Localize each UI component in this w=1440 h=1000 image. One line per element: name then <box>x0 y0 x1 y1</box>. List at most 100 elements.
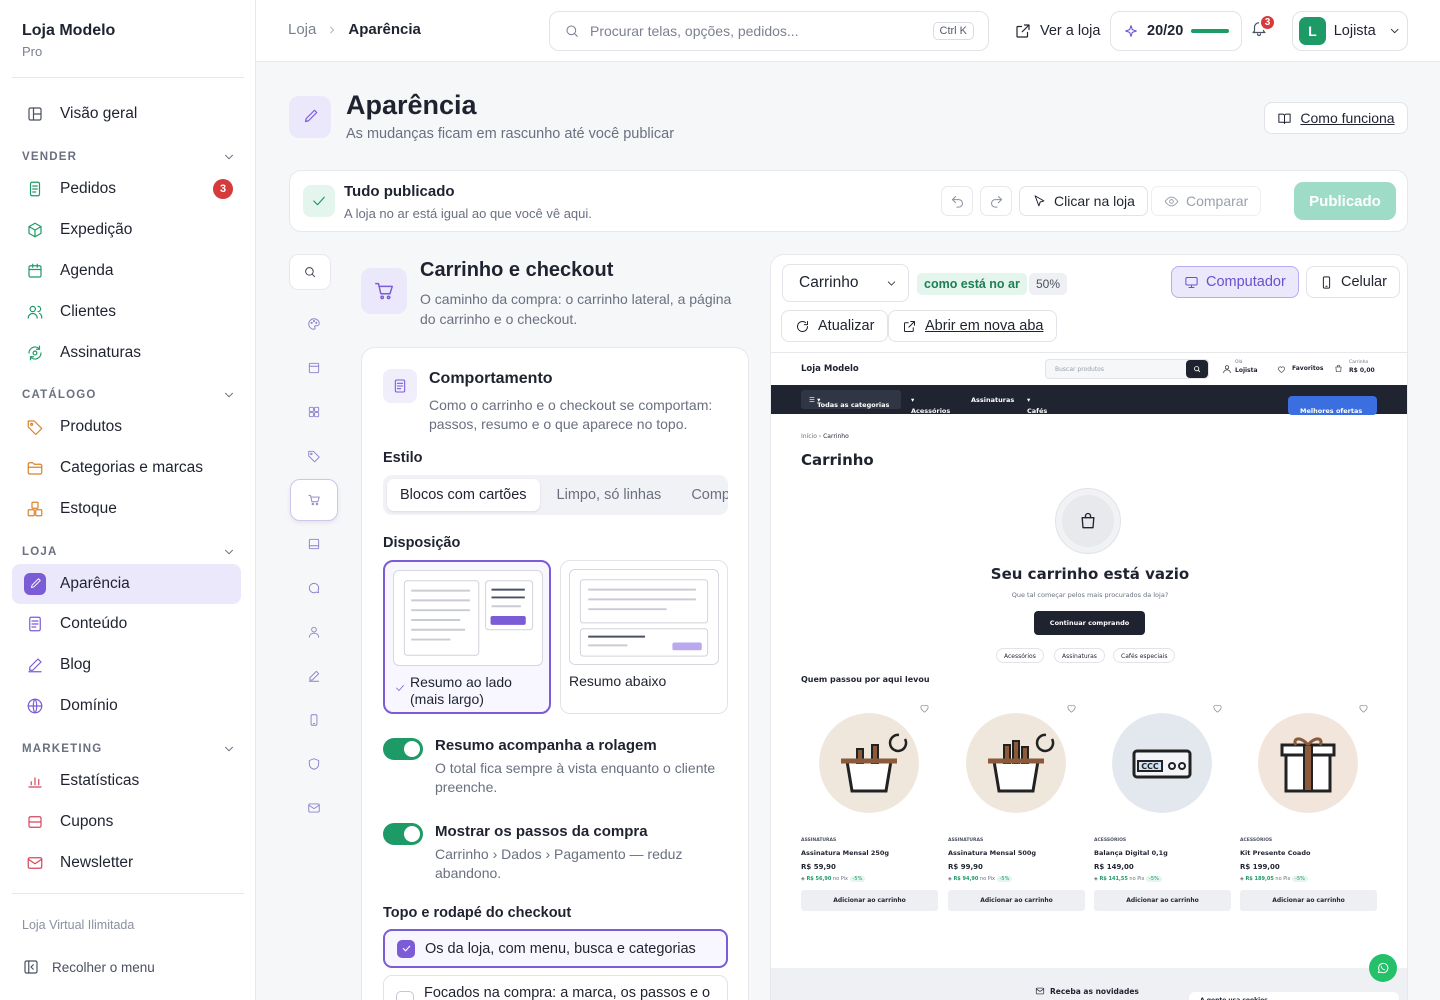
sidebar-item-cupons[interactable]: Cupons <box>12 802 241 842</box>
view-store-button[interactable]: Ver a loja <box>1014 11 1100 51</box>
collapse-label: Recolher o menu <box>52 959 155 975</box>
recommend-title: Quem passou por aqui levou <box>801 675 930 684</box>
zoom-badge[interactable]: 50% <box>1029 273 1068 295</box>
avatar: L <box>1299 17 1326 45</box>
device-desktop-button[interactable]: Computador <box>1171 266 1299 298</box>
publish-status-title: Tudo publicado <box>344 183 455 200</box>
store-chip: Cafés especiais <box>1113 648 1176 663</box>
cookie-banner: A gente usa cookies <box>1189 992 1399 1000</box>
section-vender[interactable]: VENDER <box>22 150 236 164</box>
search-shortcut: Ctrl K <box>932 22 974 40</box>
section-description: O caminho da compra: o carrinho lateral,… <box>420 291 732 327</box>
rail-chat[interactable] <box>297 573 331 603</box>
sidebar-item-assinaturas[interactable]: Assinaturas <box>12 333 241 373</box>
redo-button[interactable] <box>980 186 1012 216</box>
rail-edit[interactable] <box>297 661 331 691</box>
section-catalogo[interactable]: CATÁLOGO <box>22 388 236 402</box>
redo-icon <box>990 195 1002 208</box>
store-plan: Pro <box>22 44 43 59</box>
how-it-works-link[interactable]: Como funciona <box>1264 102 1408 134</box>
rail-footer[interactable] <box>297 529 331 559</box>
pix-label: no Pix <box>832 876 848 882</box>
checkbox <box>396 991 414 1000</box>
header-option-focused[interactable]: Focados na compra: a marca, os passos e … <box>383 975 728 1000</box>
style-option-cards[interactable]: Blocos com cartões <box>387 479 540 511</box>
section-marketing[interactable]: MARKETING <box>22 742 236 756</box>
click-store-button[interactable]: Clicar na loja <box>1019 186 1148 216</box>
layout-side-preview <box>393 570 543 666</box>
user-menu[interactable]: L Lojista <box>1292 11 1408 51</box>
compare-button[interactable]: Comparar <box>1151 186 1262 216</box>
header-option-store[interactable]: Os da loja, com menu, busca e categorias <box>383 929 728 968</box>
rail-security[interactable] <box>297 749 331 779</box>
sidebar-item-aparencia[interactable]: Aparência <box>12 564 241 604</box>
behavior-title: Comportamento <box>429 370 553 387</box>
add-to-cart-button: Adicionar ao carrinho <box>801 890 938 911</box>
chevron-down-icon <box>225 549 233 555</box>
publish-button[interactable]: Publicado <box>1294 182 1396 220</box>
sidebar-item-expedicao[interactable]: Expedição <box>12 210 241 250</box>
layout-option-below[interactable]: Resumo abaixo <box>560 560 728 714</box>
refresh-preview-button[interactable]: Atualizar <box>781 310 889 342</box>
pix-value: R$ 189,05 <box>1245 876 1274 882</box>
search-icon <box>566 25 578 37</box>
section-label: LOJA <box>22 546 58 558</box>
store-navbar: ☰ Todas as categorias ▾ Acessórios ▾ Ass… <box>771 385 1407 423</box>
quota-meter[interactable]: 20/20 <box>1110 11 1243 51</box>
heart-icon <box>1067 704 1076 713</box>
rail-account[interactable] <box>297 617 331 647</box>
collapse-menu-button[interactable]: Recolher o menu <box>22 958 155 976</box>
rail-mobile[interactable] <box>297 705 331 735</box>
sidebar-item-estoque[interactable]: Estoque <box>12 489 241 529</box>
sidebar-item-conteudo[interactable]: Conteúdo <box>12 604 241 644</box>
brand[interactable]: Loja Modelo Pro <box>22 22 115 59</box>
breadcrumb-loja[interactable]: Loja <box>288 21 316 38</box>
rail-home-blocks[interactable] <box>297 397 331 427</box>
sidebar-item-estatisticas[interactable]: Estatísticas <box>12 761 241 801</box>
eye-icon <box>1164 196 1179 206</box>
rail-product[interactable] <box>297 441 331 471</box>
publish-bar: Tudo publicado A loja no ar está igual a… <box>289 170 1408 232</box>
search-input[interactable]: Procurar telas, opções, pedidos... Ctrl … <box>549 11 989 51</box>
store-greeting: Olá <box>1235 360 1243 365</box>
cart-icon <box>361 268 407 314</box>
product-category: ACESSÓRIOS <box>1094 838 1127 843</box>
sticky-summary-toggle[interactable] <box>383 738 423 760</box>
style-option-compact[interactable]: Compacto <box>678 479 728 511</box>
open-new-tab-button[interactable]: Abrir em nova aba <box>888 310 1058 342</box>
sidebar-item-dominio[interactable]: Domínio <box>12 686 241 726</box>
rail-email[interactable] <box>297 793 331 823</box>
book-icon <box>1278 113 1292 124</box>
notification-count: 3 <box>1259 14 1276 31</box>
notifications-button[interactable]: 3 <box>1250 14 1276 37</box>
show-steps-toggle[interactable] <box>383 823 423 845</box>
store-favorites: Favoritos <box>1292 365 1324 372</box>
section-loja[interactable]: LOJA <box>22 545 236 559</box>
rail-colors[interactable] <box>297 309 331 339</box>
sidebar-item-newsletter[interactable]: Newsletter <box>12 843 241 883</box>
store-offers-label: Melhores ofertas <box>1300 407 1363 415</box>
style-option-clean[interactable]: Limpo, só linhas <box>544 479 675 511</box>
undo-button[interactable] <box>941 186 973 216</box>
rail-cart[interactable] <box>290 479 338 521</box>
layout-option-side[interactable]: Resumo ao lado (mais largo) <box>383 560 551 714</box>
sidebar-item-agenda[interactable]: Agenda <box>12 251 241 291</box>
store-search-input: Buscar produtos <box>1045 359 1209 379</box>
sidebar-item-categorias[interactable]: Categorias e marcas <box>12 448 241 488</box>
style-label: Estilo <box>383 450 423 466</box>
rail-header[interactable] <box>297 353 331 383</box>
sidebar-item-pedidos[interactable]: Pedidos 3 <box>12 169 241 209</box>
sidebar-item-blog[interactable]: Blog <box>12 645 241 685</box>
product-card: ASSINATURAS Assinatura Mensal 500g R$ 99,9… <box>948 693 1085 933</box>
sidebar-item-clientes[interactable]: Clientes <box>12 292 241 332</box>
product-card: CCC ACESSÓRIOS Balança Digital 0,1g R$ 149,… <box>1094 693 1231 933</box>
sidebar-item-produtos[interactable]: Produtos <box>12 407 241 447</box>
sidebar-item-overview[interactable]: Visão geral <box>12 94 241 134</box>
storefront-preview[interactable]: Loja Modelo Buscar produtos Olá Lojista … <box>771 352 1407 1000</box>
device-mobile-button[interactable]: Celular <box>1306 266 1400 298</box>
section-search-button[interactable] <box>289 254 331 290</box>
preview-page-select[interactable]: Carrinho <box>782 264 909 302</box>
pix-label: no Pix <box>1275 876 1291 882</box>
chat-icon <box>308 582 320 594</box>
product-name: Balança Digital 0,1g <box>1094 849 1168 857</box>
